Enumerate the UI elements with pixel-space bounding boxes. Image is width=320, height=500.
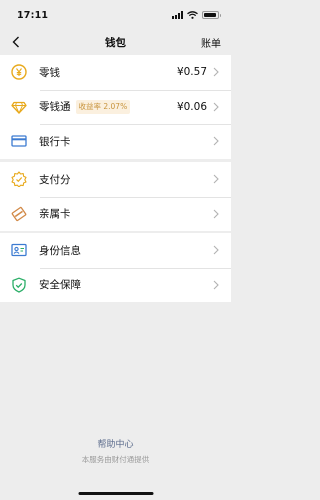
pay-score-label: 支付分 [39,173,71,186]
identity-info-label: 身份信息 [39,244,81,257]
family-card-icon [11,206,27,222]
wifi-icon [187,11,198,19]
help-center-link[interactable]: 帮助中心 [0,437,231,450]
change-label: 零钱 [39,66,60,79]
bank-card-row[interactable]: 银行卡 [0,124,231,159]
change-balance: ¥0.57 [176,66,207,79]
chevron-right-icon [212,280,220,290]
family-card-label: 亲属卡 [39,208,71,221]
coin-yen-icon [11,64,27,80]
nav-bar: 钱包 账单 [0,30,231,54]
change-row[interactable]: 零钱 ¥0.57 [0,55,231,90]
diamond-icon [11,99,27,115]
shield-check-icon [11,277,27,293]
account-group: 身份信息 安全保障 [0,233,231,302]
back-button[interactable] [6,32,26,52]
identity-info-row[interactable]: 身份信息 [0,233,231,268]
home-indicator[interactable] [78,492,153,495]
chevron-right-icon [212,245,220,255]
lingqiantong-row[interactable]: 零钱通 收益率 2.07% ¥0.06 [0,89,231,125]
signal-icon [172,11,183,19]
services-group: 支付分 亲属卡 [0,162,231,231]
status-time: 17:11 [17,9,49,21]
bill-button[interactable]: 账单 [201,35,221,50]
status-bar: 17:11 [0,0,231,30]
security-row[interactable]: 安全保障 [0,267,231,303]
page-title: 钱包 [105,36,126,49]
wallet-balance-group: 零钱 ¥0.57 零钱通 收益率 2.07% ¥0.06 银行卡 [0,55,231,159]
pay-score-icon [11,171,27,188]
pay-score-row[interactable]: 支付分 [0,162,231,197]
bank-card-label: 银行卡 [39,135,71,148]
chevron-right-icon [212,102,220,112]
id-card-icon [11,242,27,258]
lingqiantong-label: 零钱通 [39,101,71,114]
chevron-right-icon [212,209,220,219]
security-label: 安全保障 [39,279,81,292]
system-icons [172,11,221,19]
chevron-right-icon [212,67,220,77]
battery-icon [202,11,221,19]
chevron-left-icon [12,36,19,48]
chevron-right-icon [212,174,220,184]
chevron-right-icon [212,136,220,146]
provider-notice: 本服务由财付通提供 [81,455,150,464]
lingqiantong-balance: ¥0.06 [176,100,207,113]
yield-rate-badge: 收益率 2.07% [75,99,131,114]
family-card-row[interactable]: 亲属卡 [0,196,231,232]
bank-card-icon [11,133,27,149]
